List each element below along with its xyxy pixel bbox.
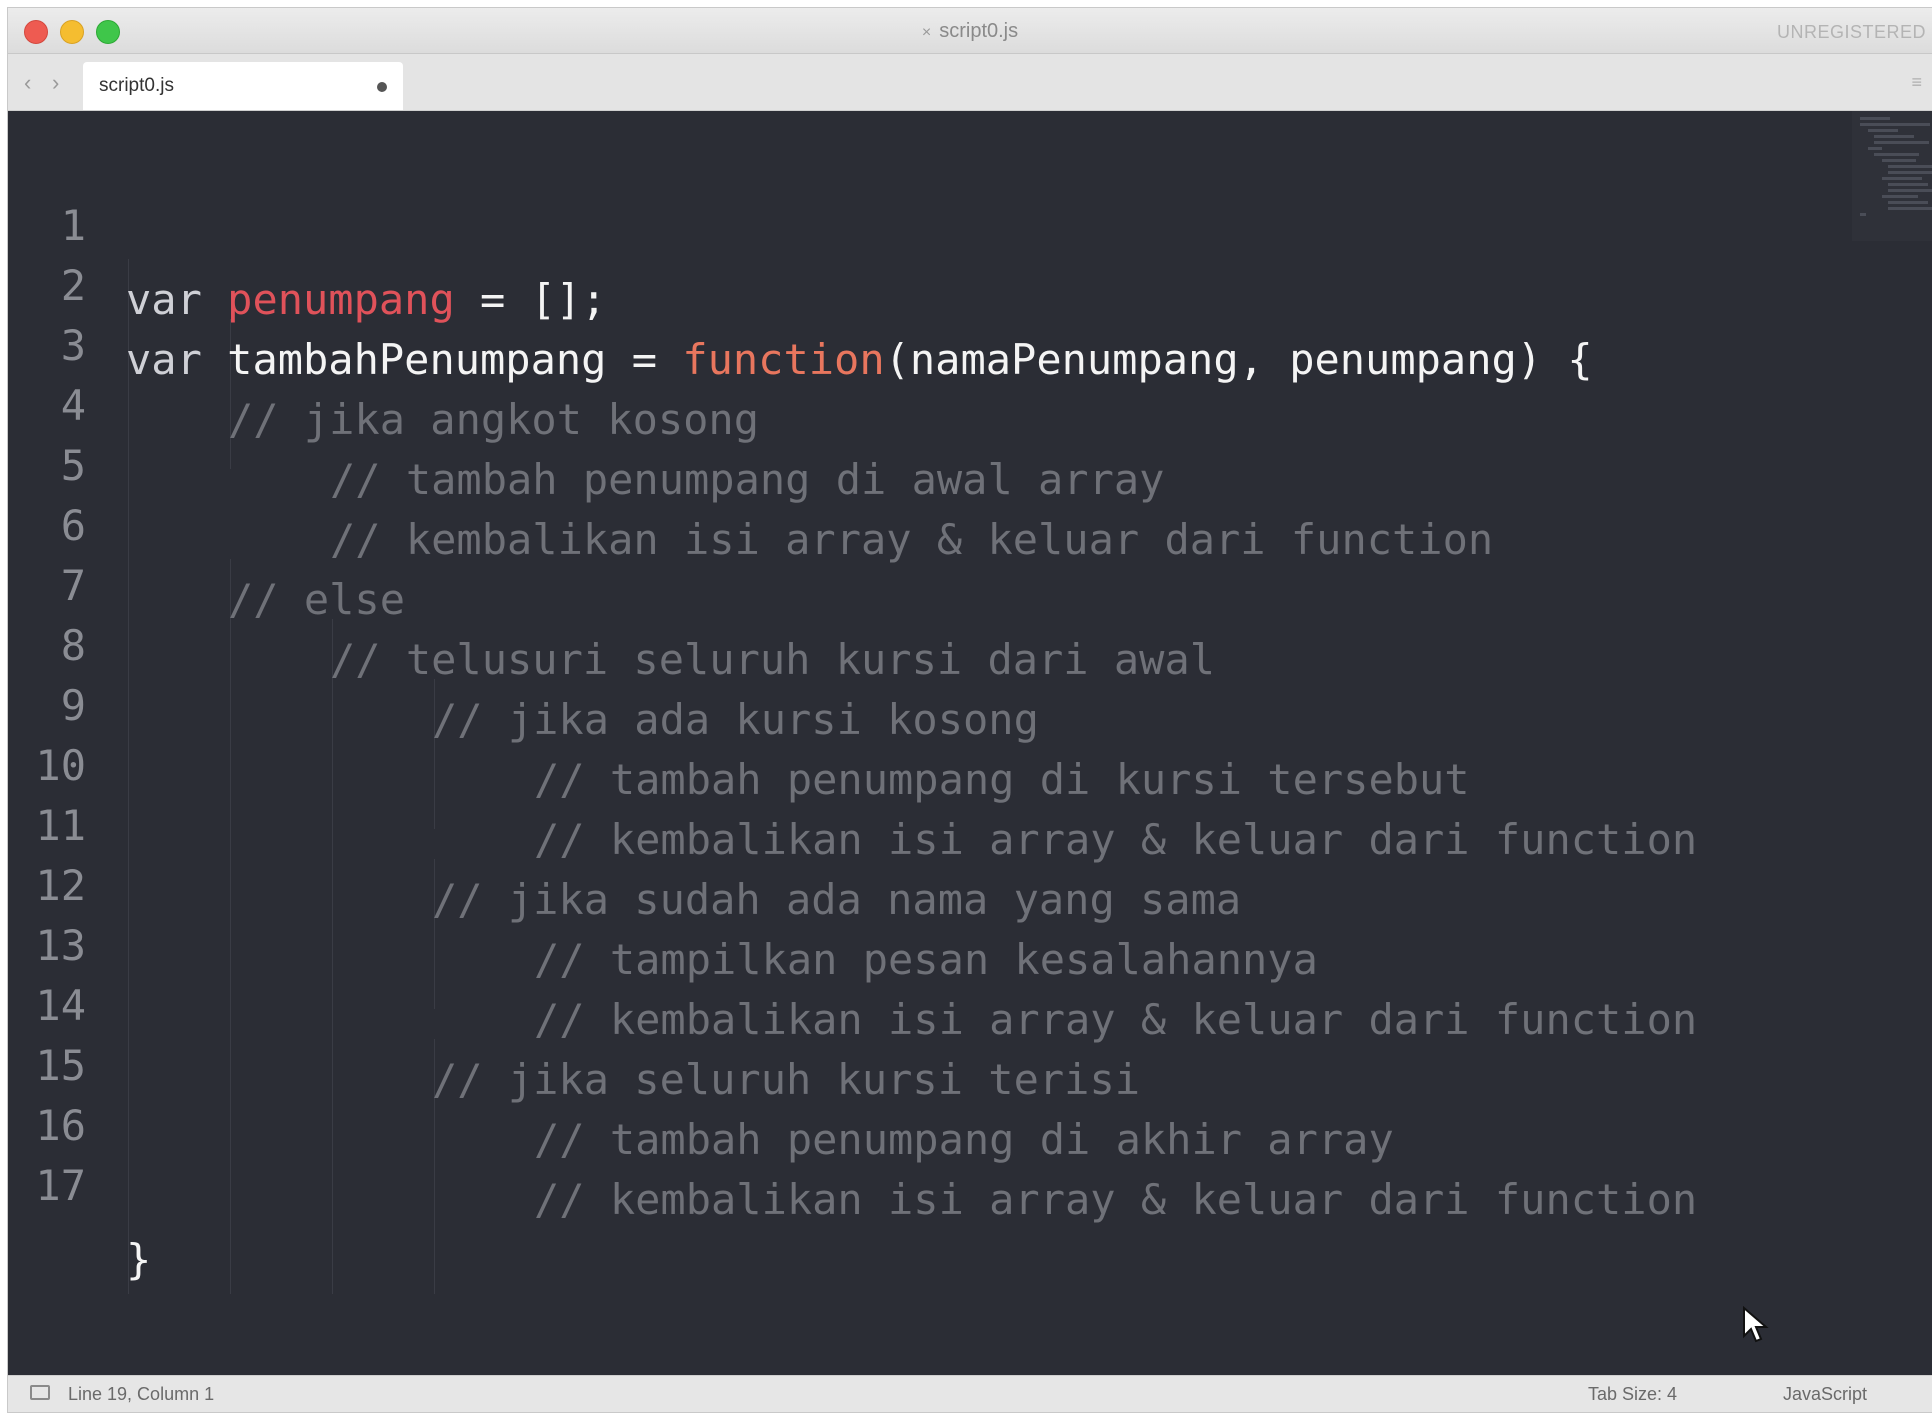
syntax-selector[interactable]: JavaScript: [1783, 1384, 1867, 1405]
tab-script0[interactable]: script0.js: [83, 62, 403, 110]
code-comment: // kembalikan isi array & keluar dari fu…: [534, 1175, 1698, 1224]
back-arrow-icon[interactable]: ‹: [24, 70, 31, 96]
tab-label: script0.js: [99, 75, 174, 96]
cursor-position: Line 19, Column 1: [68, 1384, 215, 1404]
tab-dirty-dot-icon[interactable]: [377, 82, 387, 92]
window-title: × script0.js: [8, 20, 1932, 43]
panel-menu-icon[interactable]: ≡: [1911, 72, 1922, 93]
code-closing-brace: }: [126, 1235, 152, 1284]
status-panel-icon[interactable]: [30, 1385, 50, 1400]
title-close-icon: ×: [921, 24, 932, 41]
window-title-text: script0.js: [939, 20, 1019, 42]
mouse-cursor-icon: [1743, 1306, 1769, 1343]
tab-size-selector[interactable]: Tab Size: 4: [1588, 1384, 1677, 1405]
tab-bar: ‹ › script0.js ≡: [8, 54, 1932, 111]
forward-arrow-icon[interactable]: ›: [52, 70, 59, 96]
editor-window: × script0.js UNREGISTERED ‹ › script0.js …: [8, 8, 1932, 1412]
code-editor[interactable]: 1 var penumpang = []; 2 var tambahPenump…: [8, 111, 1932, 1376]
status-bar: Line 19, Column 1 Tab Size: 4 JavaScript: [8, 1375, 1932, 1412]
minimap[interactable]: [1852, 111, 1932, 241]
code-line[interactable]: 17 }: [8, 1075, 1932, 1284]
line-number: 17: [35, 1161, 86, 1210]
title-bar: × script0.js UNREGISTERED: [8, 8, 1932, 54]
unregistered-label: UNREGISTERED: [1776, 22, 1926, 42]
